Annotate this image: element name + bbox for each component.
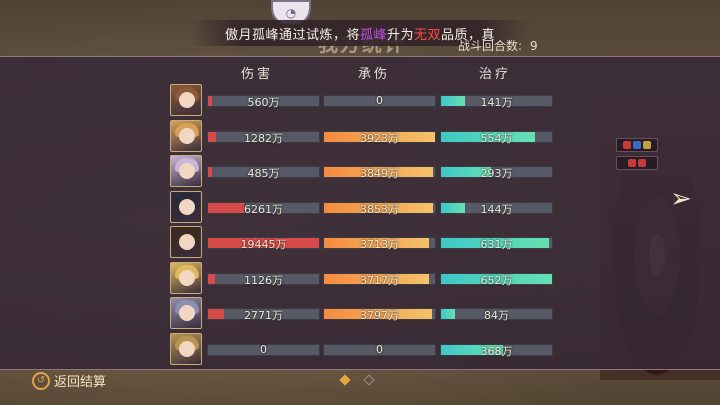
back-button-label: 返回结算 bbox=[54, 375, 107, 390]
rounds-label: 战斗回合数: bbox=[458, 39, 523, 53]
damage-bar: 2771万 bbox=[207, 308, 320, 322]
damage-taken-bar-value: 3853万 bbox=[360, 202, 399, 216]
heal-bar: 631万 bbox=[440, 237, 553, 251]
column-header-damage: 伤害 bbox=[241, 67, 274, 82]
heal-bar-value: 293万 bbox=[480, 167, 513, 180]
heal-bar: 84万 bbox=[440, 308, 553, 322]
hero-stat-row: 2771万 3797万 84万 bbox=[170, 297, 570, 331]
damage-bar: 6261万 bbox=[207, 201, 320, 216]
damage-bar: 1282万 bbox=[207, 130, 320, 145]
damage-bar-value: 2771万 bbox=[244, 309, 283, 322]
damage-bar: 560万 bbox=[207, 95, 320, 109]
damage-taken-bar-value: 0 bbox=[376, 94, 383, 107]
damage-taken-bar-value: 0 bbox=[376, 342, 383, 356]
heal-bar-value: 554万 bbox=[480, 131, 513, 145]
hero-avatar[interactable] bbox=[170, 155, 202, 187]
heal-bar: 144万 bbox=[440, 201, 553, 216]
heal-bar: 368万 bbox=[440, 343, 553, 358]
damage-bar-value: 19445万 bbox=[240, 238, 287, 251]
damage-taken-bar: 0 bbox=[323, 342, 436, 356]
column-header-taken: 承伤 bbox=[358, 67, 391, 82]
column-header-heal: 治疗 bbox=[479, 67, 512, 82]
heal-bar-value: 84万 bbox=[484, 309, 509, 322]
rounds-value: 9 bbox=[530, 39, 538, 53]
hero-avatar[interactable] bbox=[170, 297, 202, 329]
hero-avatar[interactable] bbox=[170, 261, 202, 294]
hero-stat-row: 560万 0 141万 bbox=[170, 84, 570, 118]
hero-avatar[interactable] bbox=[170, 332, 202, 365]
hero-avatar[interactable] bbox=[170, 84, 202, 116]
heal-bar: 554万 bbox=[440, 130, 553, 145]
damage-bar-value: 0 bbox=[260, 342, 267, 356]
damage-bar-value: 1126万 bbox=[244, 273, 283, 287]
hero-avatar[interactable] bbox=[170, 226, 202, 258]
page-indicator bbox=[339, 374, 375, 386]
damage-taken-bar-value: 3849万 bbox=[360, 167, 399, 180]
damage-bar-value: 1282万 bbox=[244, 131, 283, 145]
damage-taken-bar: 3849万 bbox=[323, 166, 436, 180]
status-icon-row bbox=[616, 156, 658, 170]
heal-bar-value: 368万 bbox=[480, 344, 513, 358]
damage-bar-value: 6261万 bbox=[244, 202, 283, 216]
return-icon: ↺ bbox=[32, 371, 50, 390]
heal-bar-value: 631万 bbox=[480, 238, 513, 251]
damage-taken-bar-value: 3713万 bbox=[360, 238, 399, 251]
banner-hero-name: 孤峰 bbox=[359, 27, 387, 43]
heal-bar-value: 141万 bbox=[480, 96, 513, 109]
damage-bar: 485万 bbox=[207, 166, 320, 180]
damage-taken-bar: 3853万 bbox=[323, 201, 436, 216]
hero-stat-row: 6261万 3853万 144万 bbox=[170, 190, 570, 225]
page-dot[interactable] bbox=[339, 374, 351, 386]
damage-taken-bar: 0 bbox=[323, 94, 436, 107]
damage-taken-bar: 3797万 bbox=[323, 308, 436, 322]
heal-bar: 141万 bbox=[440, 95, 553, 109]
hero-stat-row: 19445万 3713万 631万 bbox=[170, 226, 570, 260]
damage-bar: 1126万 bbox=[207, 272, 320, 287]
heal-bar: 293万 bbox=[440, 166, 553, 180]
damage-taken-bar: 3923万 bbox=[323, 130, 436, 145]
damage-bar: 19445万 bbox=[207, 237, 320, 251]
hero-avatar[interactable] bbox=[170, 119, 202, 152]
heal-bar-value: 144万 bbox=[480, 202, 513, 216]
hero-stat-row: 1282万 3923万 554万 bbox=[170, 119, 570, 154]
hero-avatar[interactable] bbox=[170, 190, 202, 223]
banner-quality: 无双 bbox=[414, 27, 442, 43]
damage-taken-bar: 3717万 bbox=[323, 272, 436, 287]
page-dot[interactable] bbox=[363, 374, 375, 386]
damage-taken-bar-value: 3717万 bbox=[360, 273, 399, 287]
enemy-status-icons bbox=[616, 138, 658, 170]
damage-taken-bar-value: 3797万 bbox=[360, 309, 399, 322]
battle-rounds: 战斗回合数: 9 bbox=[458, 37, 538, 54]
back-to-results-button[interactable]: ↺ 返回结算 bbox=[32, 371, 106, 390]
damage-bar-value: 485万 bbox=[247, 167, 280, 180]
hero-stat-row: 1126万 3717万 652万 bbox=[170, 261, 570, 296]
hero-stat-row: 485万 3849万 293万 bbox=[170, 155, 570, 189]
banner-text-1: 傲月孤峰通过试炼，将 bbox=[224, 27, 360, 43]
damage-taken-bar-value: 3923万 bbox=[360, 131, 399, 145]
heal-bar-value: 652万 bbox=[480, 273, 513, 287]
status-icon-row bbox=[616, 138, 658, 152]
next-arrow-icon[interactable]: ➢ bbox=[668, 186, 694, 212]
damage-bar: 0 bbox=[207, 342, 320, 356]
banner-text-2: 升为 bbox=[386, 27, 414, 43]
damage-bar-value: 560万 bbox=[247, 96, 280, 109]
hero-stat-row: 0 0 368万 bbox=[170, 332, 570, 367]
damage-taken-bar: 3713万 bbox=[323, 237, 436, 251]
heal-bar: 652万 bbox=[440, 272, 553, 287]
